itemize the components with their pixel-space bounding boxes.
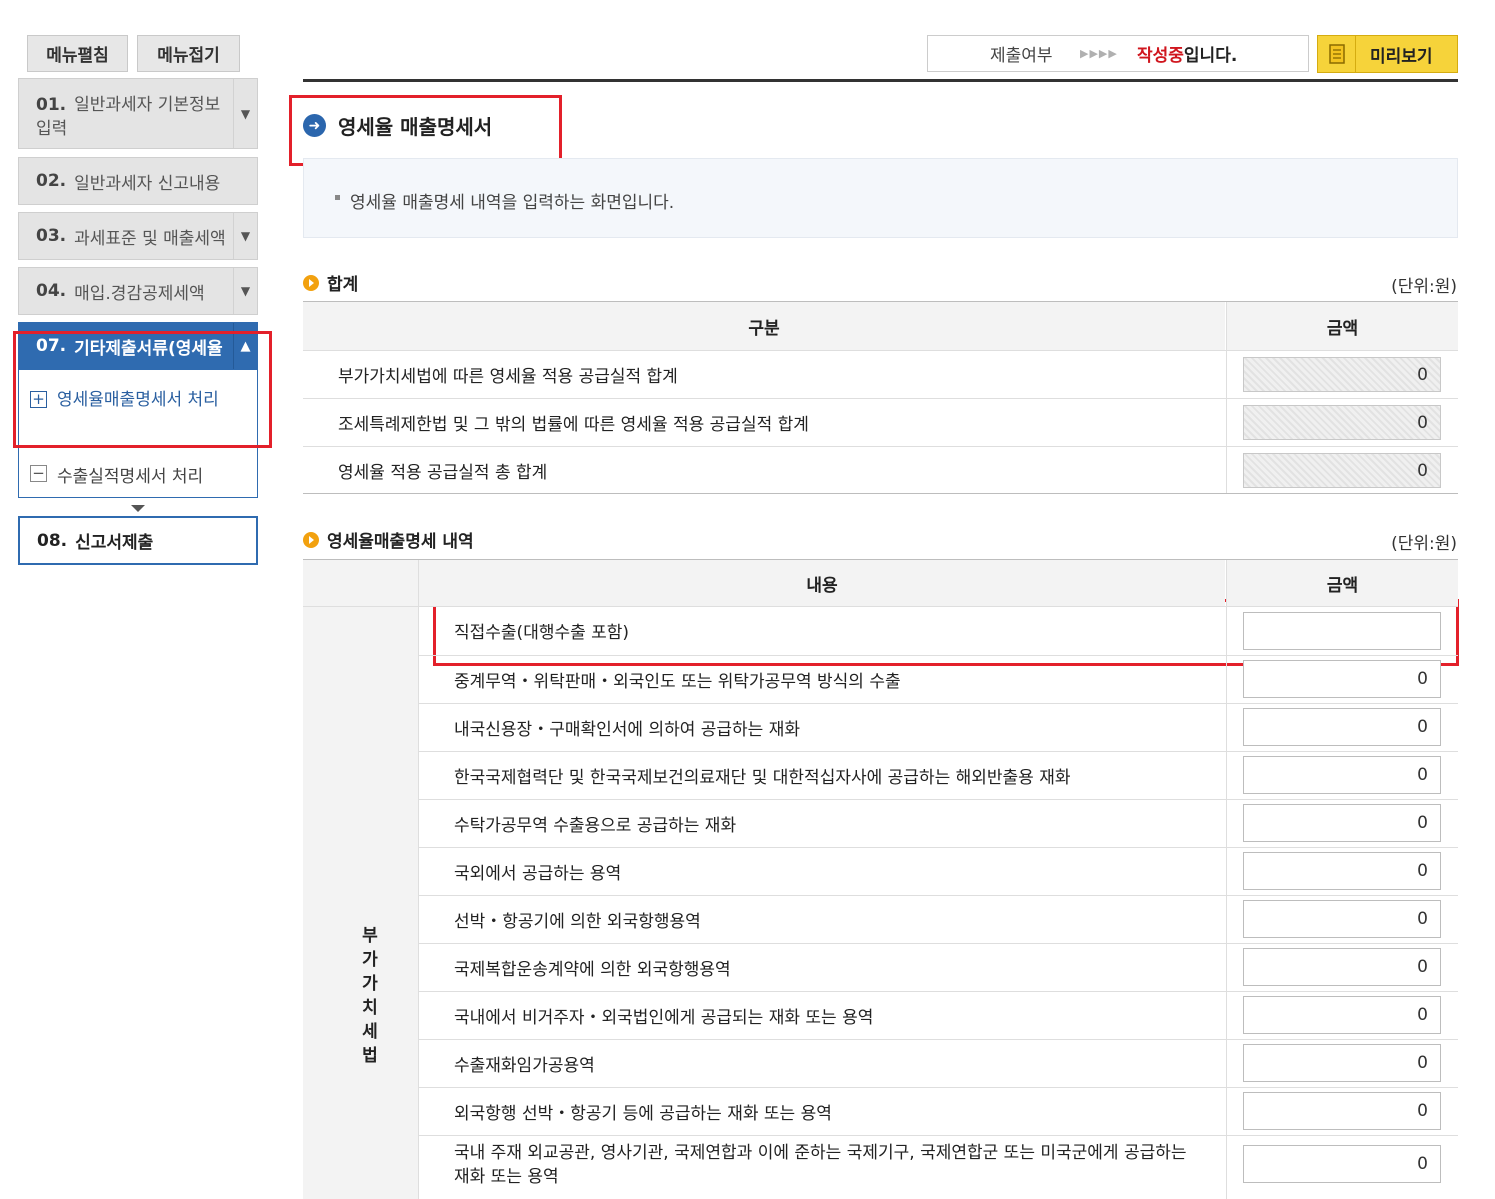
detail-row-label: 내국신용장・구매확인서에 의하여 공급하는 재화 — [454, 720, 801, 740]
chevron-down-icon[interactable]: ▼ — [233, 79, 257, 148]
description-box: 영세율 매출명세 내역을 입력하는 화면입니다. — [303, 158, 1458, 238]
detail-row-label: 중계무역・위탁판매・외국인도 또는 위탁가공무역 방식의 수출 — [454, 672, 901, 692]
status-label: 제출여부 — [990, 46, 1053, 66]
summary-heading: 합계 — [303, 270, 358, 295]
step-03-tax-base[interactable]: 03. 과세표준 및 매출세액 ▼ — [18, 212, 258, 260]
step-number: 07. — [36, 336, 67, 356]
submission-status: 제출여부 ▶▶▶▶ 작성중입니다. — [927, 35, 1309, 72]
amount-input[interactable] — [1243, 660, 1441, 698]
summary-heading-text: 합계 — [327, 275, 359, 295]
category-char: 가 — [362, 974, 378, 994]
step-number: 04. — [36, 281, 67, 301]
detail-row-label: 국내에서 비거주자・외국법인에게 공급되는 재화 또는 용역 — [454, 1008, 874, 1028]
detail-row-label: 국외에서 공급하는 용역 — [454, 864, 622, 884]
menu-expand-button[interactable]: 메뉴펼침 — [27, 35, 128, 72]
category-char: 법 — [362, 1046, 378, 1066]
sub-item-label: 수출실적명세서 처리 — [57, 467, 204, 487]
detail-row-label: 외국항행 선박・항공기 등에 공급하는 재화 또는 용역 — [454, 1104, 832, 1124]
amount-input[interactable] — [1243, 804, 1441, 842]
detail-row-label: 수탁가공무역 수출용으로 공급하는 재화 — [454, 816, 737, 836]
summary-col-amount: 금액 — [1227, 302, 1458, 350]
step-01-basic-info[interactable]: 01. 일반과세자 기본정보 입력 ▼ — [18, 78, 258, 149]
category-char: 세 — [362, 1022, 378, 1042]
category-label-vat-law: 부 가 가 치 세 법 — [355, 924, 385, 1068]
arrows-icon: ▶▶▶▶ — [1080, 47, 1118, 60]
amount-input[interactable] — [1243, 900, 1441, 938]
sub-item-export-performance[interactable]: − 수출실적명세서 처리 — [30, 462, 247, 487]
row-divider — [419, 1135, 1458, 1136]
amount-input[interactable] — [1243, 996, 1441, 1034]
chevron-down-icon[interactable]: ▼ — [233, 268, 257, 314]
step-label: 신고서제출 — [75, 533, 154, 553]
orange-arrow-icon — [303, 274, 319, 291]
amount-input[interactable] — [1243, 612, 1441, 650]
step-label: 매입.경감공제세액 — [74, 283, 205, 304]
summary-amount-readonly: 0 — [1243, 405, 1441, 440]
sub-item-label: 영세율매출명세서 처리 — [57, 390, 219, 410]
status-state: 작성중입니다. — [1137, 41, 1237, 66]
step-08-submit-report[interactable]: 08. 신고서제출 — [18, 516, 258, 565]
orange-arrow-icon — [303, 531, 319, 548]
detail-row-label: 국내 주재 외교공관, 영사기관, 국제연합과 이에 준하는 국제기구, 국제연… — [454, 1143, 1187, 1187]
document-icon — [1328, 44, 1345, 64]
amount-input[interactable] — [1243, 708, 1441, 746]
step-number: 01. — [36, 95, 67, 115]
plus-icon: + — [30, 391, 47, 408]
step-07-subpanel: + 영세율매출명세서 처리 − 수출실적명세서 처리 — [18, 370, 258, 498]
step-04-purchase-deduction[interactable]: 04. 매입.경감공제세액 ▼ — [18, 267, 258, 315]
amount-input[interactable] — [1243, 1044, 1441, 1082]
detail-row-label: 직접수출(대행수출 포함) — [454, 623, 630, 643]
summary-row-label: 영세율 적용 공급실적 총 합계 — [338, 463, 548, 483]
summary-amount-readonly: 0 — [1243, 453, 1441, 488]
table-bottom-border — [303, 493, 1458, 494]
summary-col-category: 구분 — [303, 302, 1225, 350]
step-number: 02. — [36, 171, 67, 191]
status-state-suffix: 입니다. — [1183, 46, 1238, 66]
preview-button[interactable]: 미리보기 — [1317, 35, 1458, 73]
chevron-down-icon[interactable]: ▼ — [233, 213, 257, 259]
sub-item-zero-rate-sales[interactable]: + 영세율매출명세서 처리 — [30, 388, 247, 412]
menu-collapse-button[interactable]: 메뉴접기 — [137, 35, 240, 72]
divider — [303, 79, 1458, 82]
down-arrow-icon — [131, 505, 145, 512]
bullet-icon — [335, 195, 340, 200]
summary-amount-readonly: 0 — [1243, 357, 1441, 392]
amount-input[interactable] — [1243, 948, 1441, 986]
page-title: ➜ 영세율 매출명세서 — [303, 111, 492, 140]
step-07-other-documents[interactable]: 07. 기타제출서류(영세율 ▲ — [18, 322, 258, 370]
amount-input[interactable] — [1243, 852, 1441, 890]
arrow-right-circle-icon: ➜ — [303, 114, 326, 137]
details-col-content: 내용 — [419, 560, 1225, 606]
amount-input[interactable] — [1243, 756, 1441, 794]
category-char: 부 — [362, 926, 378, 946]
summary-row-label: 조세특례제한법 및 그 밖의 법률에 따른 영세율 적용 공급실적 합계 — [338, 415, 809, 435]
details-unit: (단위:원) — [1391, 534, 1457, 554]
amount-input[interactable] — [1243, 1145, 1441, 1183]
step-label: 기타제출서류(영세율 — [74, 338, 223, 359]
description-text: 영세율 매출명세 내역을 입력하는 화면입니다. — [350, 193, 675, 213]
summary-row-label: 부가가치세법에 따른 영세율 적용 공급실적 합계 — [338, 367, 678, 387]
amount-input[interactable] — [1243, 1092, 1441, 1130]
detail-row-label: 국제복합운송계약에 의한 외국항행용역 — [454, 960, 731, 980]
step-label: 과세표준 및 매출세액 — [74, 228, 226, 249]
step-number: 03. — [36, 226, 67, 246]
detail-row-label: 선박・항공기에 의한 외국항행용역 — [454, 912, 701, 932]
category-char: 치 — [362, 998, 378, 1018]
category-column — [303, 560, 418, 1199]
minus-icon: − — [30, 465, 47, 482]
details-heading: 영세율매출명세 내역 — [303, 527, 474, 552]
page-title-text: 영세율 매출명세서 — [338, 115, 493, 139]
category-char: 가 — [362, 950, 378, 970]
preview-button-label: 미리보기 — [1370, 46, 1433, 67]
step-02-report-content[interactable]: 02. 일반과세자 신고내용 — [18, 157, 258, 205]
status-state-highlight: 작성중 — [1137, 46, 1184, 66]
step-number: 08. — [37, 530, 68, 551]
chevron-up-icon[interactable]: ▲ — [233, 323, 257, 369]
details-col-amount: 금액 — [1227, 560, 1458, 606]
details-heading-text: 영세율매출명세 내역 — [327, 532, 474, 552]
step-label: 일반과세자 신고내용 — [74, 173, 221, 194]
summary-unit: (단위:원) — [1391, 277, 1457, 297]
detail-row-label: 수출재화임가공용역 — [454, 1056, 595, 1076]
detail-row-label: 한국국제협력단 및 한국국제보건의료재단 및 대한적십자사에 공급하는 해외반출… — [454, 768, 1071, 788]
